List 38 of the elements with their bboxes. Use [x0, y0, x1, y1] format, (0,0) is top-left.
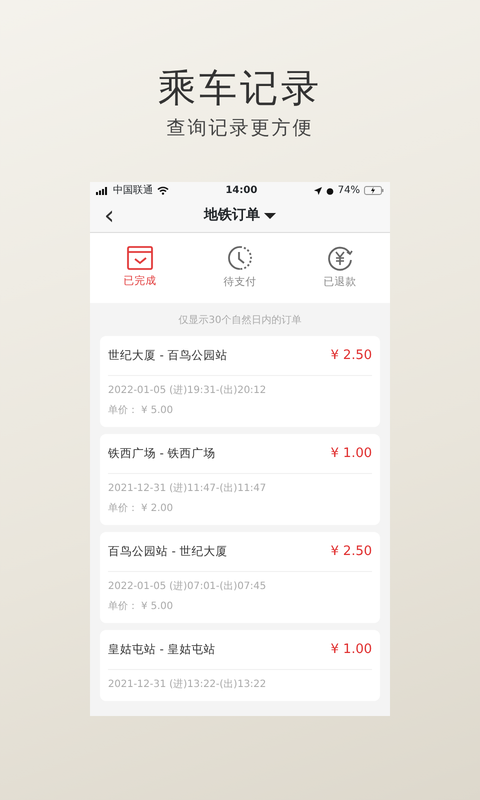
fare-amount: ¥ 1.00 — [330, 445, 372, 464]
yen-refund-icon — [327, 245, 353, 272]
trip-times: 2022-01-05 (进)07:01-(出)07:45 — [108, 580, 268, 594]
page-title: 地铁订单 — [204, 206, 260, 226]
order-card[interactable]: 百鸟公园站 - 世纪大厦 ¥ 2.50 2022-01-05 (进)07:01-(出)07:45 单价： ¥ 5.00 — [100, 532, 380, 624]
clock-icon — [227, 245, 253, 272]
route-text: 百鸟公园站 - 世纪大厦 — [108, 543, 228, 560]
back-button[interactable]: ‹ — [90, 202, 128, 229]
trip-times: 2022-01-05 (进)19:31-(出)20:12 — [108, 384, 268, 398]
order-tab[interactable]: 已退款 — [290, 233, 390, 304]
notice-text: 仅显示30个自然日内的订单 — [178, 314, 302, 328]
unit-price: 单价： ¥ 5.00 — [108, 404, 174, 418]
order-card[interactable]: 铁西广场 - 铁西广场 ¥ 1.00 2021-12-31 (进)11:47-(出)11:47 单价： ¥ 2.00 — [100, 434, 380, 526]
wifi-icon — [157, 186, 169, 196]
unit-price: 单价： ¥ 5.00 — [108, 600, 174, 614]
fare-amount: ¥ 1.00 — [330, 641, 372, 660]
calendar-check-icon — [127, 246, 153, 270]
route-text: 铁西广场 - 铁西广场 — [108, 445, 216, 462]
order-tab[interactable]: 已完成 — [90, 233, 190, 304]
clock-time: 14:00 — [225, 184, 258, 198]
headline-title: 乘车记录 — [157, 68, 323, 110]
fare-amount: ¥ 2.50 — [330, 347, 372, 366]
fare-amount: ¥ 2.50 — [330, 543, 372, 562]
battery-icon — [364, 186, 384, 196]
location-arrow-icon — [314, 186, 322, 195]
order-tab[interactable]: 待支付 — [190, 233, 290, 304]
carrier-name: 中国联通 — [113, 184, 153, 198]
trip-times: 2021-12-31 (进)11:47-(出)11:47 — [108, 482, 268, 496]
order-card[interactable]: 世纪大厦 - 百鸟公园站 ¥ 2.50 2022-01-05 (进)19:31-(出)20:12 单价： ¥ 5.00 — [100, 336, 380, 428]
route-text: 皇姑屯站 - 皇姑屯站 — [108, 641, 216, 658]
route-text: 世纪大厦 - 百鸟公园站 — [108, 347, 228, 364]
unit-price: 单价： ¥ 2.00 — [108, 502, 174, 516]
order-card[interactable]: 皇姑屯站 - 皇姑屯站 ¥ 1.00 2021-12-31 (进)13:22-(出)13:22 — [100, 630, 380, 702]
headline-subtitle: 查询记录更方便 — [166, 116, 314, 141]
battery-percent: 74% — [338, 184, 360, 198]
trip-times: 2021-12-31 (进)13:22-(出)13:22 — [108, 678, 268, 692]
signal-icon — [96, 186, 109, 195]
caret-icon[interactable] — [264, 212, 276, 219]
